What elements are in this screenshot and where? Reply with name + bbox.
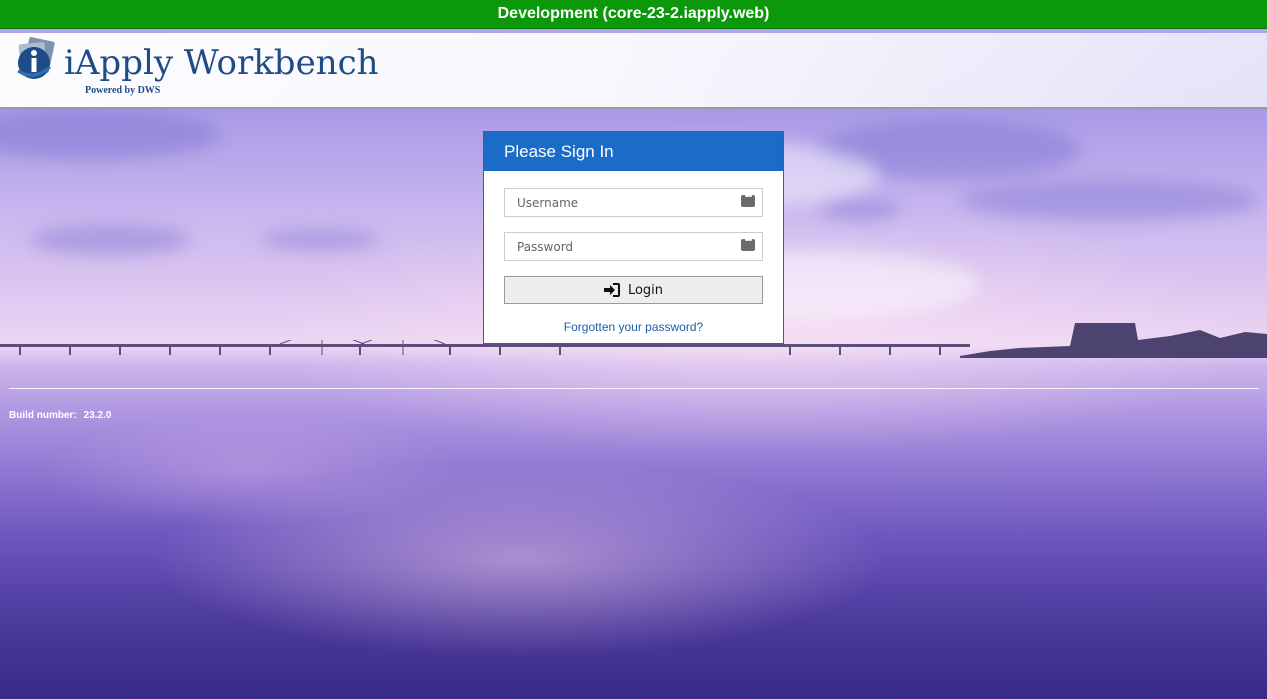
- username-input[interactable]: [505, 189, 737, 216]
- credential-dots-icon: [741, 235, 755, 251]
- login-button-label: Login: [627, 282, 664, 298]
- app-logo: iApply Workbench Powered by DWS: [12, 37, 379, 97]
- password-field[interactable]: [504, 232, 763, 261]
- forgot-password-link[interactable]: Forgotten your password?: [484, 320, 783, 334]
- build-number-value: 23.2.0: [83, 410, 112, 421]
- app-header: iApply Workbench Powered by DWS: [0, 33, 1267, 109]
- cloud: [0, 110, 220, 160]
- environment-banner: Development (core-23-2.iapply.web): [0, 0, 1267, 29]
- cloud: [960, 180, 1260, 220]
- divider: [9, 388, 1259, 389]
- password-input[interactable]: [505, 233, 737, 260]
- login-button[interactable]: Login: [504, 276, 763, 304]
- app-subtitle: Powered by DWS: [85, 85, 161, 96]
- cloud: [820, 200, 900, 220]
- sign-in-icon: [603, 283, 620, 297]
- city-shoreline: [960, 323, 1267, 358]
- sign-in-title: Please Sign In: [484, 132, 783, 171]
- iapply-logo-icon: [17, 37, 55, 79]
- cloud: [30, 225, 190, 255]
- sign-in-panel: Please Sign In Login Forgotten your pass…: [483, 131, 784, 344]
- cloud: [260, 230, 380, 250]
- app-title: iApply Workbench: [64, 43, 379, 83]
- credential-dots-icon: [741, 191, 755, 207]
- username-field[interactable]: [504, 188, 763, 217]
- build-number-label: Build number:: [9, 410, 77, 421]
- build-info: Build number: 23.2.0: [9, 410, 115, 421]
